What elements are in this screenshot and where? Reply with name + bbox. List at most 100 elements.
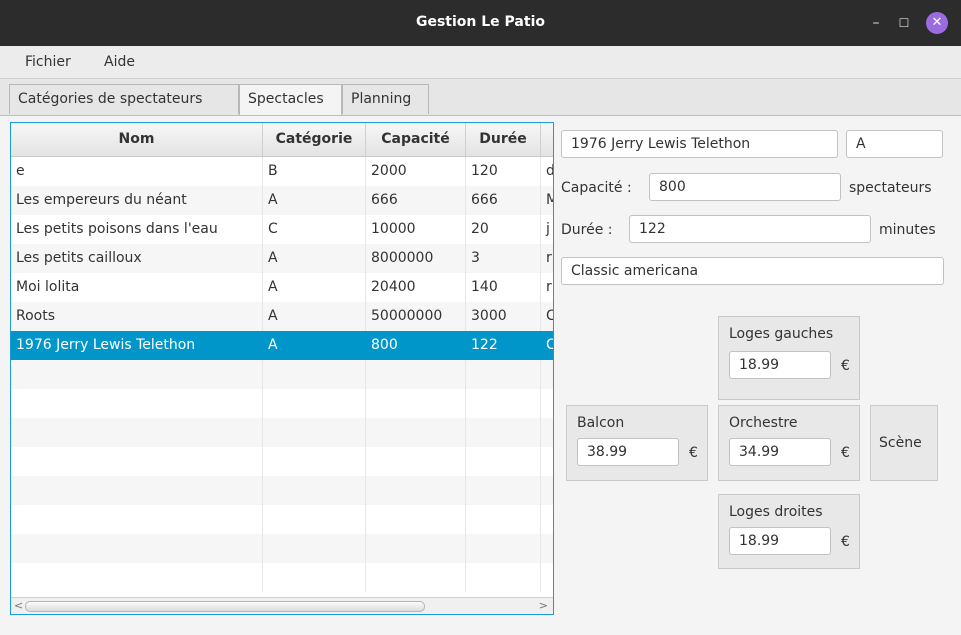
column-header-duree[interactable]: Durée	[466, 123, 541, 156]
tab-spectacles[interactable]: Spectacles	[239, 84, 342, 115]
column-header-extra[interactable]	[541, 123, 553, 156]
empty-table-row[interactable]	[11, 389, 553, 418]
capacity-unit: spectateurs	[849, 180, 932, 196]
table-cell	[466, 389, 541, 418]
table-cell	[366, 360, 466, 389]
table-cell: C	[541, 302, 553, 331]
menu-bar: Fichier Aide	[0, 46, 961, 79]
table-row[interactable]: RootsA500000003000C	[11, 302, 553, 331]
table-row[interactable]: Les empereurs du néantA666666M	[11, 186, 553, 215]
category-field[interactable]: A	[846, 130, 943, 158]
close-icon[interactable]: ✕	[926, 12, 948, 34]
orchestre-panel: Orchestre 34.99 €	[718, 405, 860, 481]
column-header-nom[interactable]: Nom	[11, 123, 263, 156]
balcon-panel: Balcon 38.99 €	[566, 405, 708, 481]
empty-table-row[interactable]	[11, 360, 553, 389]
table-cell: r	[541, 273, 553, 302]
table-cell: A	[263, 244, 366, 273]
table-row[interactable]: Les petits poisons dans l'eau C 10000 20 j	[11, 215, 553, 244]
tab-categories[interactable]: Catégories de spectateurs	[9, 84, 239, 114]
currency-symbol: €	[689, 445, 698, 461]
loges-droites-label: Loges droites	[729, 504, 823, 520]
table-cell	[263, 418, 366, 447]
table-cell: 800	[366, 331, 466, 360]
table-cell: Les petits cailloux	[11, 244, 263, 273]
currency-symbol: €	[841, 445, 850, 461]
empty-table-row[interactable]	[11, 563, 553, 592]
table-row[interactable]: Moi lolita A 20400 140 r	[11, 273, 553, 302]
capacity-field[interactable]: 800	[649, 173, 841, 201]
table-cell: A	[263, 273, 366, 302]
table-cell	[541, 389, 553, 418]
empty-table-row[interactable]	[11, 418, 553, 447]
table-cell	[11, 505, 263, 534]
table-cell: Les empereurs du néant	[11, 186, 263, 215]
loges-droites-price-field[interactable]: 18.99	[729, 527, 831, 555]
table-cell	[263, 476, 366, 505]
empty-table-row[interactable]	[11, 534, 553, 563]
table-cell	[366, 389, 466, 418]
name-field[interactable]: 1976 Jerry Lewis Telethon	[561, 130, 838, 158]
table-cell: 122	[466, 331, 541, 360]
empty-table-row[interactable]	[11, 505, 553, 534]
table-cell	[263, 563, 366, 592]
table-cell	[541, 563, 553, 592]
scene-panel: Scène	[870, 405, 938, 481]
menu-help[interactable]: Aide	[104, 54, 135, 70]
table-cell: 8000000	[366, 244, 466, 273]
duration-unit: minutes	[879, 222, 936, 238]
table-cell	[466, 360, 541, 389]
tab-planning[interactable]: Planning	[342, 84, 429, 114]
loges-gauches-label: Loges gauches	[729, 326, 834, 342]
table-cell	[366, 447, 466, 476]
balcon-price-field[interactable]: 38.99	[577, 438, 679, 466]
table-cell: 20	[466, 215, 541, 244]
table-cell: A	[263, 186, 366, 215]
horizontal-scrollbar[interactable]: < >	[11, 597, 553, 614]
table-cell	[263, 447, 366, 476]
table-cell	[366, 418, 466, 447]
tab-bar: Catégories de spectateurs Spectacles Pla…	[0, 79, 961, 116]
capacity-label: Capacité :	[561, 180, 632, 196]
maximize-icon[interactable]: ☐	[892, 11, 916, 35]
table-cell	[541, 447, 553, 476]
table-cell	[466, 534, 541, 563]
table-cell	[263, 360, 366, 389]
orchestre-price-field[interactable]: 34.99	[729, 438, 831, 466]
table-cell	[466, 563, 541, 592]
description-field[interactable]: Classic americana	[561, 257, 944, 285]
table-row[interactable]: Les petits cailloux A 8000000 3 r	[11, 244, 553, 273]
table-cell	[541, 505, 553, 534]
scroll-right-icon[interactable]: >	[539, 598, 548, 614]
table-cell	[11, 534, 263, 563]
empty-table-row[interactable]	[11, 447, 553, 476]
table-cell: 120	[466, 157, 541, 186]
table-cell: B	[263, 157, 366, 186]
duration-label: Durée :	[561, 222, 613, 238]
spectacles-table[interactable]: Nom Catégorie Capacité Durée eB2000120dL…	[10, 122, 554, 615]
column-header-categorie[interactable]: Catégorie	[263, 123, 366, 156]
table-cell: 10000	[366, 215, 466, 244]
table-cell	[11, 563, 263, 592]
table-cell: 666	[366, 186, 466, 215]
table-cell: A	[263, 302, 366, 331]
table-cell	[366, 563, 466, 592]
empty-table-row[interactable]	[11, 476, 553, 505]
table-cell	[11, 360, 263, 389]
table-cell	[466, 447, 541, 476]
menu-file[interactable]: Fichier	[25, 54, 71, 70]
table-row[interactable]: eB2000120d	[11, 157, 553, 186]
table-cell	[466, 418, 541, 447]
duration-field[interactable]: 122	[629, 215, 871, 243]
scroll-thumb[interactable]	[25, 601, 425, 612]
table-cell: Les petits poisons dans l'eau	[11, 215, 263, 244]
minimize-icon[interactable]: –	[864, 11, 888, 35]
scroll-left-icon[interactable]: <	[14, 598, 23, 614]
table-cell: d	[541, 157, 553, 186]
table-cell: C	[263, 215, 366, 244]
table-cell	[466, 476, 541, 505]
table-cell	[263, 389, 366, 418]
loges-gauches-price-field[interactable]: 18.99	[729, 351, 831, 379]
table-row[interactable]: 1976 Jerry Lewis TelethonA800122C	[11, 331, 553, 360]
column-header-capacite[interactable]: Capacité	[366, 123, 466, 156]
